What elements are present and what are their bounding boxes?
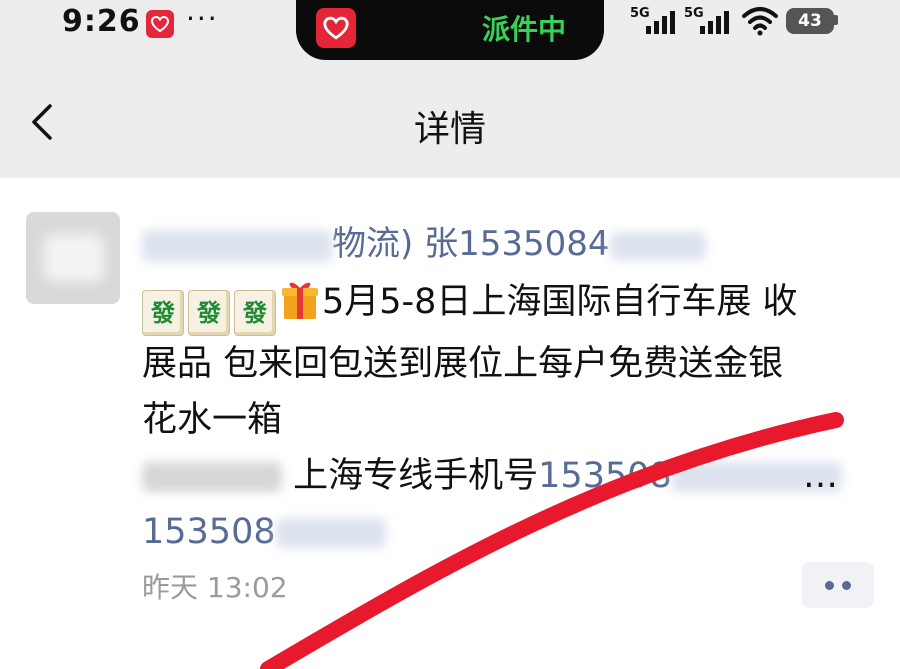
pinduoduo-app-icon	[146, 10, 174, 38]
phone-link[interactable]: 153508	[142, 512, 276, 552]
message-text: 上海专线手机号	[293, 456, 539, 496]
mahjong-tile-icon: 發	[188, 290, 230, 336]
message-line-3: 花水一箱	[142, 400, 283, 440]
notification-dots: ···	[186, 2, 219, 35]
redacted-text	[609, 231, 706, 260]
battery-icon: 43	[786, 8, 834, 34]
delivery-status-text: 派件中	[482, 13, 567, 46]
redacted-text	[142, 229, 332, 262]
avatar[interactable]	[26, 212, 120, 304]
navigation-bar: 详情	[0, 62, 900, 178]
phone-link[interactable]: 153508	[538, 456, 672, 496]
redacted-text	[142, 462, 282, 492]
message-card: 物流) 张1535084 發發發 5月5-8日上海国际自行车展 收 展品 包来回…	[0, 178, 900, 669]
wifi-icon	[742, 7, 778, 36]
page-title: 详情	[413, 109, 486, 150]
status-bar: 9:26 ··· 派件中 5G 5G 43	[0, 0, 900, 62]
mahjong-tile-icon: 發	[234, 290, 276, 336]
mahjong-tile-icon: 發	[142, 290, 184, 336]
dynamic-island[interactable]: 派件中	[296, 0, 604, 60]
sender-name-text: 物流) 张1535084	[332, 224, 610, 264]
battery-tip	[834, 15, 838, 25]
ellipsis: …	[803, 456, 838, 496]
message-line-1: 發發發 5月5-8日上海国际自行车展 收	[142, 274, 882, 336]
battery-level: 43	[798, 11, 822, 31]
message-body: 發發發 5月5-8日上海国际自行车展 收 展品 包来回包送到展位上每户免费送金银…	[142, 274, 882, 560]
message-timestamp: 昨天 13:02	[142, 571, 288, 604]
message-line-5: 153508	[142, 504, 882, 560]
pinduoduo-app-icon	[316, 8, 356, 48]
message-line-4: 上海专线手机号153508 …	[142, 448, 882, 504]
redacted-text	[275, 518, 386, 548]
status-time: 9:26	[62, 4, 141, 39]
sender-name[interactable]: 物流) 张1535084	[142, 216, 706, 265]
gift-icon	[282, 282, 318, 319]
message-text: 5月5-8日上海国际自行车展 收	[322, 282, 798, 322]
message-line-2: 展品 包来回包送到展位上每户免费送金银	[142, 344, 784, 384]
more-dots-icon[interactable]	[802, 562, 874, 608]
